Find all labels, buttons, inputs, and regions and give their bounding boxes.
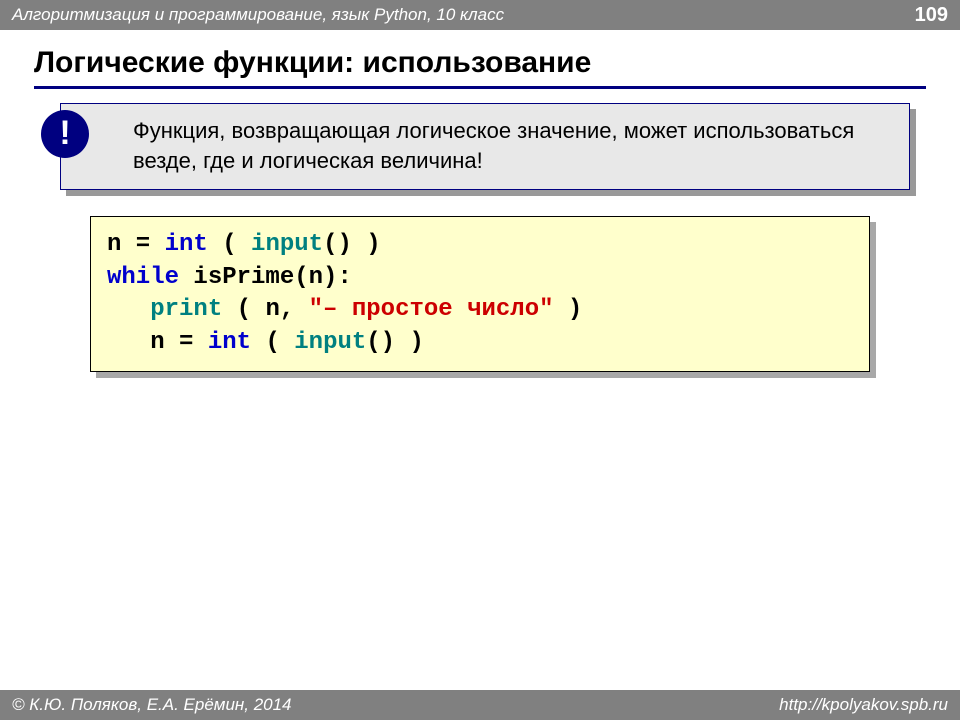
info-callout: ! Функция, возвращающая логическое значе… <box>60 103 910 190</box>
code-token: input <box>251 231 323 258</box>
header-bar: Алгоритмизация и программирование, язык … <box>0 0 960 30</box>
page-number: 109 <box>915 4 948 27</box>
code-block: n = int ( input() ) while isPrime(n): pr… <box>90 216 870 372</box>
code-token: ( n, <box>222 296 308 323</box>
code-token: int <box>165 231 208 258</box>
code-token: isPrime(n): <box>179 264 352 291</box>
code-token: int <box>208 329 251 356</box>
code-token: "– простое число" <box>309 296 554 323</box>
code-indent <box>107 296 150 323</box>
footer-url: http://kpolyakov.spb.ru <box>779 695 948 715</box>
code-token: ) <box>554 296 583 323</box>
code-token: ( <box>208 231 251 258</box>
exclamation-icon: ! <box>41 110 89 158</box>
code-body: n = int ( input() ) while isPrime(n): pr… <box>90 216 870 372</box>
code-token: print <box>150 296 222 323</box>
code-token: n = <box>150 329 208 356</box>
code-token: () ) <box>366 329 424 356</box>
code-indent <box>107 329 150 356</box>
code-token: input <box>294 329 366 356</box>
footer-authors: © К.Ю. Поляков, Е.А. Ерёмин, 2014 <box>12 695 292 715</box>
callout-body: ! Функция, возвращающая логическое значе… <box>60 103 910 190</box>
code-token: while <box>107 264 179 291</box>
footer-bar: © К.Ю. Поляков, Е.А. Ерёмин, 2014 http:/… <box>0 690 960 720</box>
code-token: () ) <box>323 231 381 258</box>
title-underline <box>34 86 926 89</box>
code-token: ( <box>251 329 294 356</box>
callout-text: Функция, возвращающая логическое значени… <box>133 118 854 173</box>
page-title: Логические функции: использование <box>0 30 960 86</box>
course-title: Алгоритмизация и программирование, язык … <box>12 5 504 25</box>
code-token: n = <box>107 231 165 258</box>
